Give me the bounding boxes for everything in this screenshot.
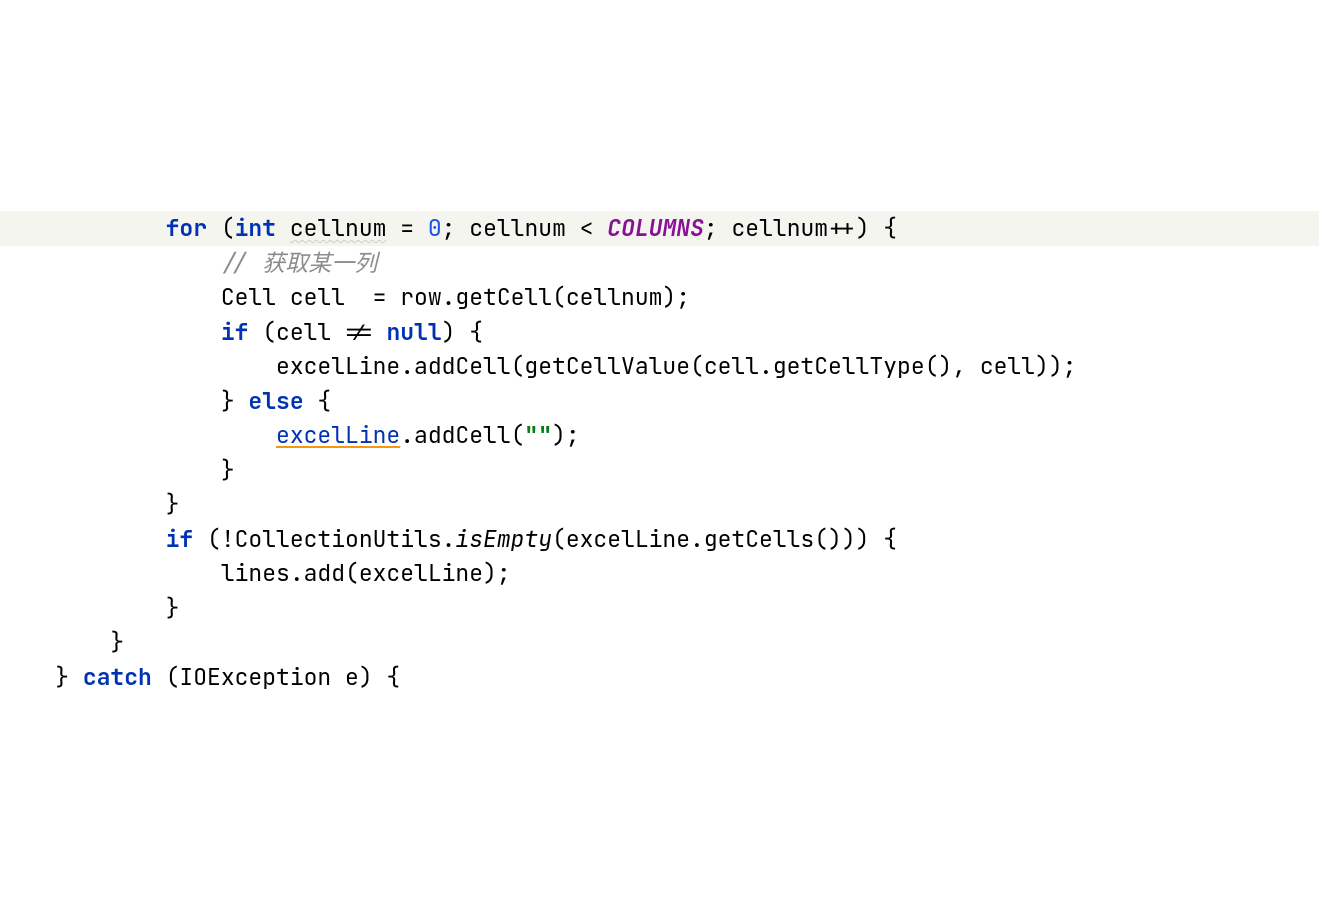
indent <box>0 455 221 485</box>
code-token-kw: else <box>248 386 303 416</box>
code-token-plain: } <box>221 455 235 485</box>
code-token-plain: ; cellnum++) { <box>704 213 897 243</box>
code-token-plain: .addCell( <box>400 420 524 450</box>
indent <box>0 489 166 519</box>
indent <box>0 558 221 588</box>
code-line[interactable]: for (int cellnum = 0; cellnum < COLUMNS;… <box>0 211 1319 246</box>
code-token-plain <box>276 213 290 243</box>
code-token-method-static: isEmpty <box>455 524 552 554</box>
code-token-plain: { <box>304 386 332 416</box>
code-token-num: 0 <box>428 213 442 243</box>
indent <box>0 627 110 657</box>
indent <box>0 351 276 381</box>
code-token-plain: } <box>166 489 180 519</box>
code-line[interactable]: } else { <box>0 384 1319 419</box>
code-line[interactable]: } <box>0 591 1319 626</box>
code-token-plain: } <box>55 662 83 692</box>
code-token-plain: = <box>386 213 427 243</box>
code-token-kw: if <box>166 524 194 554</box>
code-token-kw: null <box>386 317 441 347</box>
code-token-plain: (excelLine.getCells())) { <box>552 524 897 554</box>
indent <box>0 420 276 450</box>
code-line[interactable]: // 获取某一列 <box>0 246 1319 281</box>
indent <box>0 593 166 623</box>
code-content[interactable]: for (int cellnum = 0; cellnum < COLUMNS;… <box>0 211 1319 694</box>
indent <box>0 248 221 278</box>
code-line[interactable]: } catch (IOException e) { <box>0 660 1319 695</box>
code-line[interactable]: } <box>0 453 1319 488</box>
code-token-const: COLUMNS <box>607 213 704 243</box>
code-line[interactable]: } <box>0 487 1319 522</box>
code-line[interactable]: } <box>0 625 1319 660</box>
indent <box>0 662 55 692</box>
code-token-plain: } <box>166 593 180 623</box>
code-token-plain: ( <box>207 213 235 243</box>
code-line[interactable]: if (!CollectionUtils.isEmpty(excelLine.g… <box>0 522 1319 557</box>
code-line[interactable]: Cell cell = row.getCell(cellnum); <box>0 280 1319 315</box>
code-token-kw: for <box>166 213 207 243</box>
code-token-plain: Cell cell = row.getCell(cellnum); <box>221 282 690 312</box>
code-token-plain: (cell != <box>248 317 386 347</box>
code-line[interactable]: excelLine.addCell(""); <box>0 418 1319 453</box>
indent <box>0 524 166 554</box>
code-token-plain: (!CollectionUtils. <box>193 524 455 554</box>
code-token-plain: ) { <box>442 317 483 347</box>
code-token-kw: catch <box>83 662 152 692</box>
code-token-plain: } <box>221 386 249 416</box>
code-token-kw: if <box>221 317 249 347</box>
code-token-plain: } <box>110 627 124 657</box>
code-line[interactable]: excelLine.addCell(getCellValue(cell.getC… <box>0 349 1319 384</box>
code-token-plain: ; cellnum < <box>442 213 608 243</box>
code-token-str: "" <box>524 420 552 450</box>
indent <box>0 282 221 312</box>
code-token-plain: (IOException e) { <box>152 662 400 692</box>
code-token-var-hint: cellnum <box>290 213 387 243</box>
code-token-plain: excelLine.addCell(getCellValue(cell.getC… <box>276 351 1076 381</box>
code-token-plain: ); <box>552 420 580 450</box>
code-line[interactable]: lines.add(excelLine); <box>0 556 1319 591</box>
code-editor[interactable]: for (int cellnum = 0; cellnum < COLUMNS;… <box>0 142 1319 729</box>
code-token-comment: // 获取某一列 <box>221 248 377 278</box>
indent <box>0 386 221 416</box>
indent <box>0 213 166 243</box>
indent <box>0 317 221 347</box>
code-token-kw: int <box>235 213 276 243</box>
code-token-warn-link: excelLine <box>276 420 400 450</box>
code-token-plain: lines.add(excelLine); <box>221 558 511 588</box>
code-line[interactable]: if (cell != null) { <box>0 315 1319 350</box>
